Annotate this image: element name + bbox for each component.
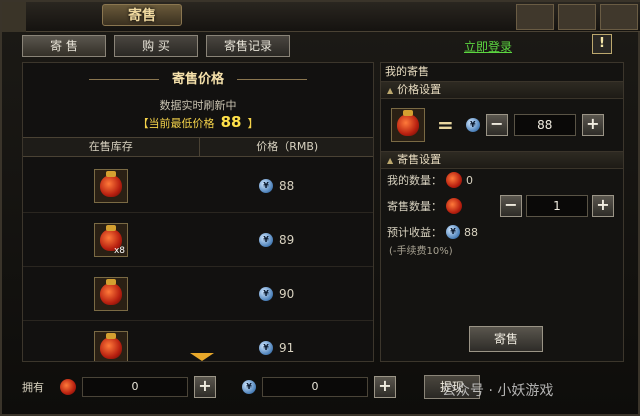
tab-row: 寄 售 购 买 寄售记录	[22, 35, 290, 57]
yuan-coin-icon: ¥	[242, 380, 256, 394]
consignment-window: 寄售 寄 售 购 买 寄售记录 立即登录 ! 寄售价格 数据实时刷新中 【当前最…	[0, 0, 640, 416]
scroll-down-icon[interactable]	[190, 353, 214, 361]
sale-qty-label: 寄售数量：	[387, 200, 442, 213]
window-title: 寄售	[102, 4, 182, 26]
sale-settings-header: ▲ 寄售设置	[381, 151, 623, 169]
login-link[interactable]: 立即登录	[464, 38, 512, 55]
income-line: 预计收益： ¥ 88	[381, 221, 623, 243]
lowest-prefix: 【当前最低价格	[137, 117, 215, 130]
dragon-ornament	[2, 2, 26, 32]
refresh-status: 数据实时刷新中	[159, 99, 237, 112]
price-panel-header: 寄售价格	[23, 63, 373, 97]
item-slot[interactable]	[94, 330, 128, 361]
header-rule-right	[236, 79, 307, 80]
price-plus-button[interactable]: +	[581, 114, 604, 136]
income-label: 预计收益：	[387, 226, 442, 239]
item-amount-field[interactable]: 0	[82, 377, 188, 397]
coin-add-button[interactable]: +	[374, 376, 396, 398]
header-rule-left	[89, 79, 160, 80]
yuan-coin-icon: ¥	[465, 118, 480, 132]
item-slot[interactable]: x8	[94, 222, 128, 257]
yuan-coin-icon: ¥	[446, 225, 460, 239]
sale-qty-line: 寄售数量： − 1 +	[381, 191, 623, 221]
table-row[interactable]: ¥90	[23, 267, 373, 321]
lowest-value: 88	[220, 113, 242, 131]
sell-button[interactable]: 寄售	[469, 326, 543, 352]
menu-icon-1[interactable]	[516, 4, 554, 30]
own-label: 拥有	[22, 381, 44, 394]
lucky-bag-icon	[100, 278, 122, 305]
yuan-coin-icon: ¥	[259, 232, 273, 247]
price-settings-header: ▲ 价格设置	[381, 81, 623, 99]
lucky-bag-icon	[60, 379, 76, 395]
sale-section-label: 寄售设置	[397, 153, 442, 166]
top-bar: 寄售	[2, 2, 640, 32]
my-sale-panel: 我的寄售 ▲ 价格设置 = ¥ − 88 + ▲ 寄售设置 我的数量： 0 寄售数量…	[380, 62, 624, 362]
price-section-label: 价格设置	[397, 83, 442, 96]
price-input[interactable]: 88	[513, 114, 576, 136]
my-qty-line: 我的数量： 0	[381, 169, 623, 191]
table-header: 在售库存 价格（RMB)	[23, 137, 373, 157]
price-panel-title: 寄售价格	[171, 72, 224, 87]
tab-sell[interactable]: 寄 售	[22, 35, 106, 57]
table-row[interactable]: ¥88	[23, 159, 373, 213]
coin-amount-field[interactable]: 0	[262, 377, 368, 397]
my-qty-label: 我的数量：	[387, 174, 442, 187]
row-price: 88	[279, 178, 295, 193]
lucky-bag-icon	[397, 110, 419, 136]
lowest-suffix: 】	[247, 117, 259, 130]
item-slot[interactable]	[94, 276, 128, 311]
row-price: 91	[279, 340, 295, 355]
qty-plus-button[interactable]: +	[592, 195, 614, 217]
my-qty-value: 0	[466, 173, 473, 187]
menu-icon-3[interactable]	[600, 4, 638, 30]
item-slot[interactable]	[94, 168, 128, 203]
fee-note: (-手续费10%)	[389, 246, 453, 257]
tab-records[interactable]: 寄售记录	[206, 35, 290, 57]
menu-icon-2[interactable]	[558, 4, 596, 30]
lucky-bag-icon	[446, 198, 462, 214]
table-row[interactable]: x8 ¥89	[23, 213, 373, 267]
col-stock: 在售库存	[23, 138, 200, 156]
my-sale-title: 我的寄售	[385, 65, 429, 78]
item-slot[interactable]	[391, 108, 425, 142]
lucky-bag-icon	[446, 172, 462, 188]
yuan-coin-icon: ¥	[259, 178, 273, 193]
item-add-button[interactable]: +	[194, 376, 216, 398]
row-price: 89	[279, 232, 295, 247]
yuan-coin-icon: ¥	[259, 286, 273, 301]
price-minus-button[interactable]: −	[485, 114, 508, 136]
row-price: 90	[279, 286, 295, 301]
equals-sign: =	[437, 113, 454, 137]
sale-qty-input[interactable]: 1	[526, 195, 588, 217]
item-qty: x8	[113, 245, 125, 256]
listing-rows: ¥88 x8 ¥89 ¥90 ¥91	[23, 159, 373, 361]
watermark-text: 公众号 · 小妖游戏	[442, 383, 554, 399]
yuan-coin-icon: ¥	[259, 340, 273, 355]
alert-icon[interactable]: !	[592, 34, 612, 54]
lowest-price: 【当前最低价格 88 】	[23, 113, 373, 133]
qty-minus-button[interactable]: −	[500, 195, 522, 217]
col-price: 价格（RMB)	[256, 140, 319, 153]
lucky-bag-icon	[100, 170, 122, 197]
price-setter: = ¥ − 88 +	[381, 99, 623, 151]
price-panel: 寄售价格 数据实时刷新中 【当前最低价格 88 】 在售库存 价格（RMB) ¥88…	[22, 62, 374, 362]
income-value: 88	[464, 225, 478, 239]
triangle-icon: ▲	[387, 156, 394, 165]
lucky-bag-icon	[100, 332, 122, 359]
top-right-icons	[512, 2, 640, 32]
triangle-icon: ▲	[387, 86, 394, 95]
tab-buy[interactable]: 购 买	[114, 35, 198, 57]
